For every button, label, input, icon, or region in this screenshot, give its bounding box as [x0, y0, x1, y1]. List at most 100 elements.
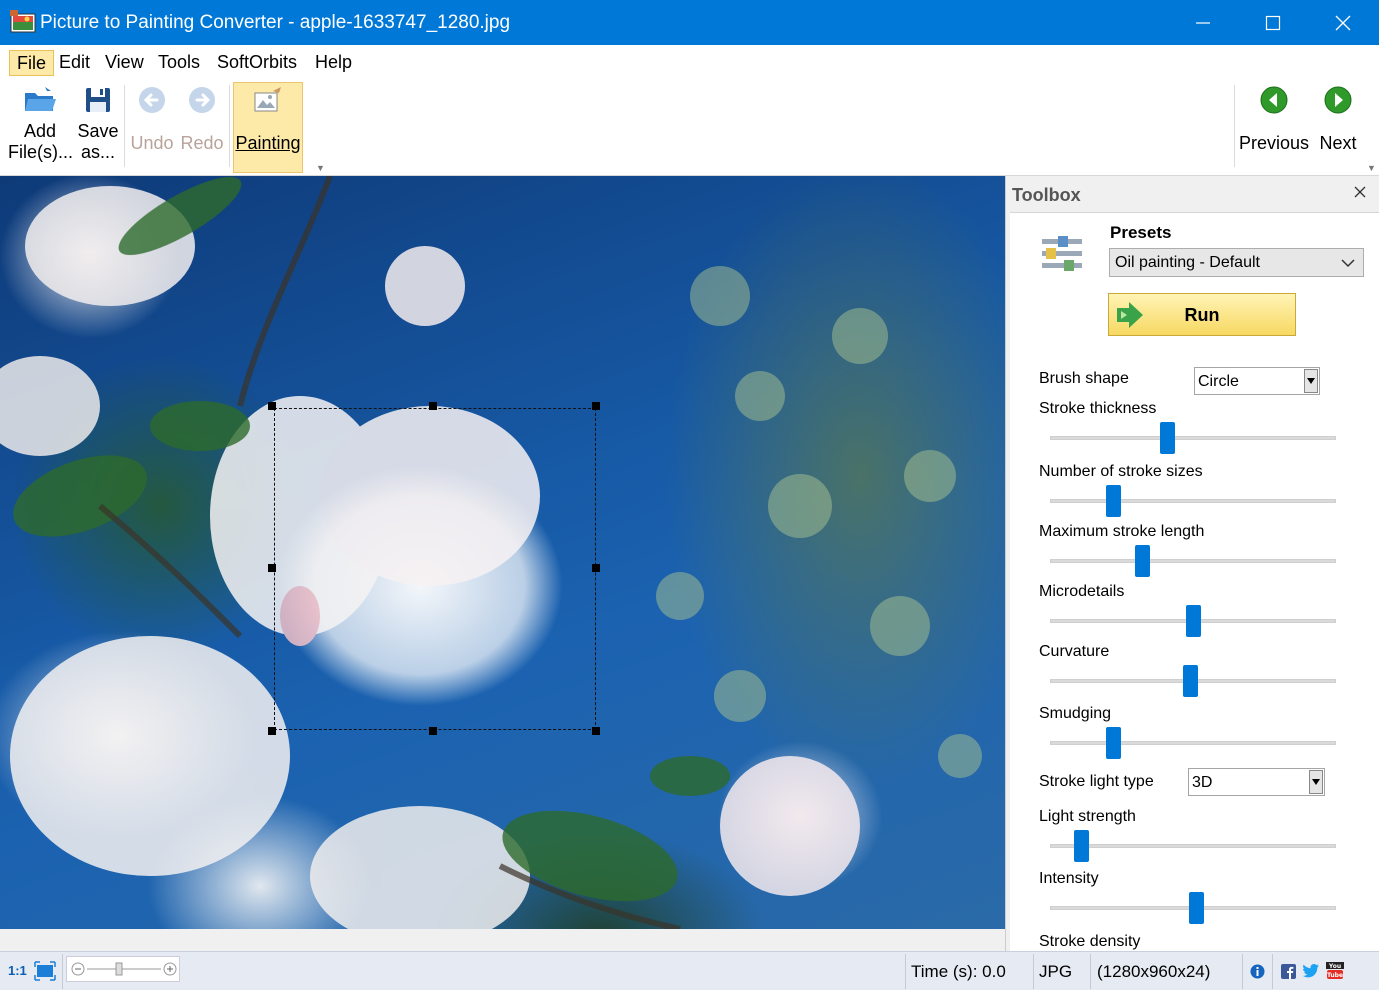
maximum-stroke-length-slider-thumb[interactable] [1134, 545, 1150, 577]
save-disk-icon [86, 88, 110, 112]
selection-handle-bottom-left[interactable] [268, 727, 276, 735]
ribbon-separator [229, 85, 230, 167]
next-button[interactable]: Next [1312, 85, 1364, 171]
microdetails-slider-thumb[interactable] [1186, 605, 1201, 637]
intensity-slider-thumb[interactable] [1188, 892, 1204, 924]
previous-arrow-icon [1260, 86, 1288, 114]
selection-handle-top-left[interactable] [268, 402, 276, 410]
toolbox-body: Presets Oil painting - Default Run Brush… [1010, 212, 1379, 951]
smudging-slider-track[interactable] [1050, 741, 1336, 745]
toolbox-panel: Toolbox Presets Oil painting - Default R… [1005, 176, 1379, 951]
svg-text:Tube: Tube [1327, 972, 1343, 979]
ribbon-separator [124, 85, 125, 167]
stroke-light-type-dropdown[interactable]: 3D [1188, 768, 1325, 796]
maximum-stroke-length-slider-track[interactable] [1050, 559, 1336, 563]
status-separator [1242, 954, 1243, 989]
title-bar: Picture to Painting Converter - apple-16… [0, 0, 1379, 45]
app-icon [10, 10, 36, 33]
selection-rectangle[interactable] [274, 408, 596, 730]
stroke-density-label: Stroke density [1039, 933, 1141, 950]
painting-button[interactable]: Painting [233, 82, 303, 173]
selection-handle-bottom[interactable] [429, 727, 437, 735]
add-files-button[interactable]: Add File(s)... [8, 85, 73, 171]
info-icon[interactable] [1250, 964, 1265, 979]
undo-button[interactable]: Undo [128, 85, 176, 171]
zoom-actual-size-button[interactable]: 1:1 [8, 963, 27, 978]
stroke-light-type-value: 3D [1192, 774, 1213, 791]
ribbon-expand-arrow[interactable]: ▼ [316, 163, 325, 173]
curvature-label: Curvature [1039, 643, 1110, 660]
save-as-button[interactable]: Save as... [74, 85, 122, 171]
presets-label: Presets [1110, 223, 1172, 242]
svg-text:You: You [1328, 963, 1341, 970]
selection-handle-top[interactable] [429, 402, 437, 410]
facebook-icon[interactable] [1281, 964, 1296, 979]
status-separator [1090, 954, 1091, 989]
redo-button[interactable]: Redo [178, 85, 226, 171]
add-files-label-line2: File(s)... [8, 142, 73, 162]
presets-dropdown-value: Oil painting - Default [1115, 254, 1260, 271]
run-button[interactable]: Run [1108, 293, 1296, 336]
menu-edit[interactable]: Edit [52, 50, 97, 76]
painting-label: Painting [235, 133, 301, 153]
selection-handle-right[interactable] [592, 564, 600, 572]
add-files-label-line1: Add [23, 121, 57, 141]
microdetails-label: Microdetails [1039, 583, 1125, 600]
menu-help[interactable]: Help [308, 50, 359, 76]
menu-file[interactable]: File [9, 50, 55, 76]
status-separator [62, 954, 63, 989]
painting-icon [254, 87, 281, 112]
window-title: Picture to Painting Converter - apple-16… [40, 12, 511, 33]
zoom-slider[interactable] [66, 956, 180, 982]
maximize-button[interactable] [1238, 0, 1308, 45]
selection-handle-top-right[interactable] [592, 402, 600, 410]
brush-shape-value: Circle [1198, 373, 1239, 390]
zoom-slider-graphic [71, 962, 177, 976]
smudging-slider-thumb[interactable] [1105, 727, 1121, 759]
menu-view[interactable]: View [98, 50, 151, 76]
number-of-stroke-sizes-label: Number of stroke sizes [1039, 463, 1203, 480]
ribbon-expand-arrow-right[interactable]: ▼ [1367, 163, 1376, 173]
chevron-down-icon [1304, 369, 1318, 393]
close-icon [1335, 15, 1351, 30]
minimize-icon [1196, 21, 1210, 24]
brush-shape-dropdown[interactable]: Circle [1194, 367, 1320, 395]
light-strength-slider-track[interactable] [1050, 844, 1336, 848]
status-bar: 1:1 Time (s): 0.0 JPG (1280x960x24) You … [0, 951, 1379, 990]
previous-button[interactable]: Previous [1238, 85, 1310, 171]
open-folder-icon [25, 87, 56, 111]
ribbon-separator [1234, 85, 1235, 167]
save-as-label-line2: as... [80, 142, 115, 162]
menu-tools[interactable]: Tools [151, 50, 207, 76]
fit-to-window-icon[interactable] [34, 961, 56, 981]
maximum-stroke-length-label: Maximum stroke length [1039, 523, 1205, 540]
light-strength-label: Light strength [1039, 808, 1136, 825]
twitter-icon[interactable] [1303, 964, 1319, 978]
stroke-light-type-label: Stroke light type [1039, 773, 1154, 790]
toolbox-close-icon[interactable] [1352, 184, 1368, 200]
ribbon-toolbar: Add File(s)... Save as... Undo Redo Pain… [0, 79, 1379, 176]
stroke-thickness-slider-thumb[interactable] [1160, 422, 1176, 454]
minimize-button[interactable] [1168, 0, 1238, 45]
selection-handle-left[interactable] [268, 564, 276, 572]
selection-handle-bottom-right[interactable] [592, 727, 600, 735]
undo-arrow-icon [139, 87, 165, 113]
chevron-down-icon [1341, 259, 1355, 268]
maximize-icon [1265, 15, 1281, 30]
youtube-icon[interactable]: You Tube [1326, 962, 1344, 980]
stroke-thickness-slider-track[interactable] [1050, 436, 1336, 440]
presets-sliders-icon [1042, 236, 1082, 271]
menu-softorbits[interactable]: SoftOrbits [210, 50, 304, 76]
image-format: JPG [1039, 962, 1073, 981]
number-of-stroke-sizes-slider-track[interactable] [1050, 499, 1336, 503]
close-button[interactable] [1308, 0, 1378, 45]
run-label: Run [1184, 305, 1220, 325]
processing-time: Time (s): 0.0 [911, 962, 1006, 981]
presets-dropdown[interactable]: Oil painting - Default [1109, 248, 1364, 277]
image-canvas[interactable] [0, 176, 1005, 929]
light-strength-slider-thumb[interactable] [1074, 830, 1090, 862]
number-of-stroke-sizes-slider-thumb[interactable] [1105, 485, 1121, 517]
toolbox-title: Toolbox [1012, 185, 1081, 205]
curvature-slider-thumb[interactable] [1183, 665, 1199, 697]
undo-label: Undo [130, 133, 174, 153]
